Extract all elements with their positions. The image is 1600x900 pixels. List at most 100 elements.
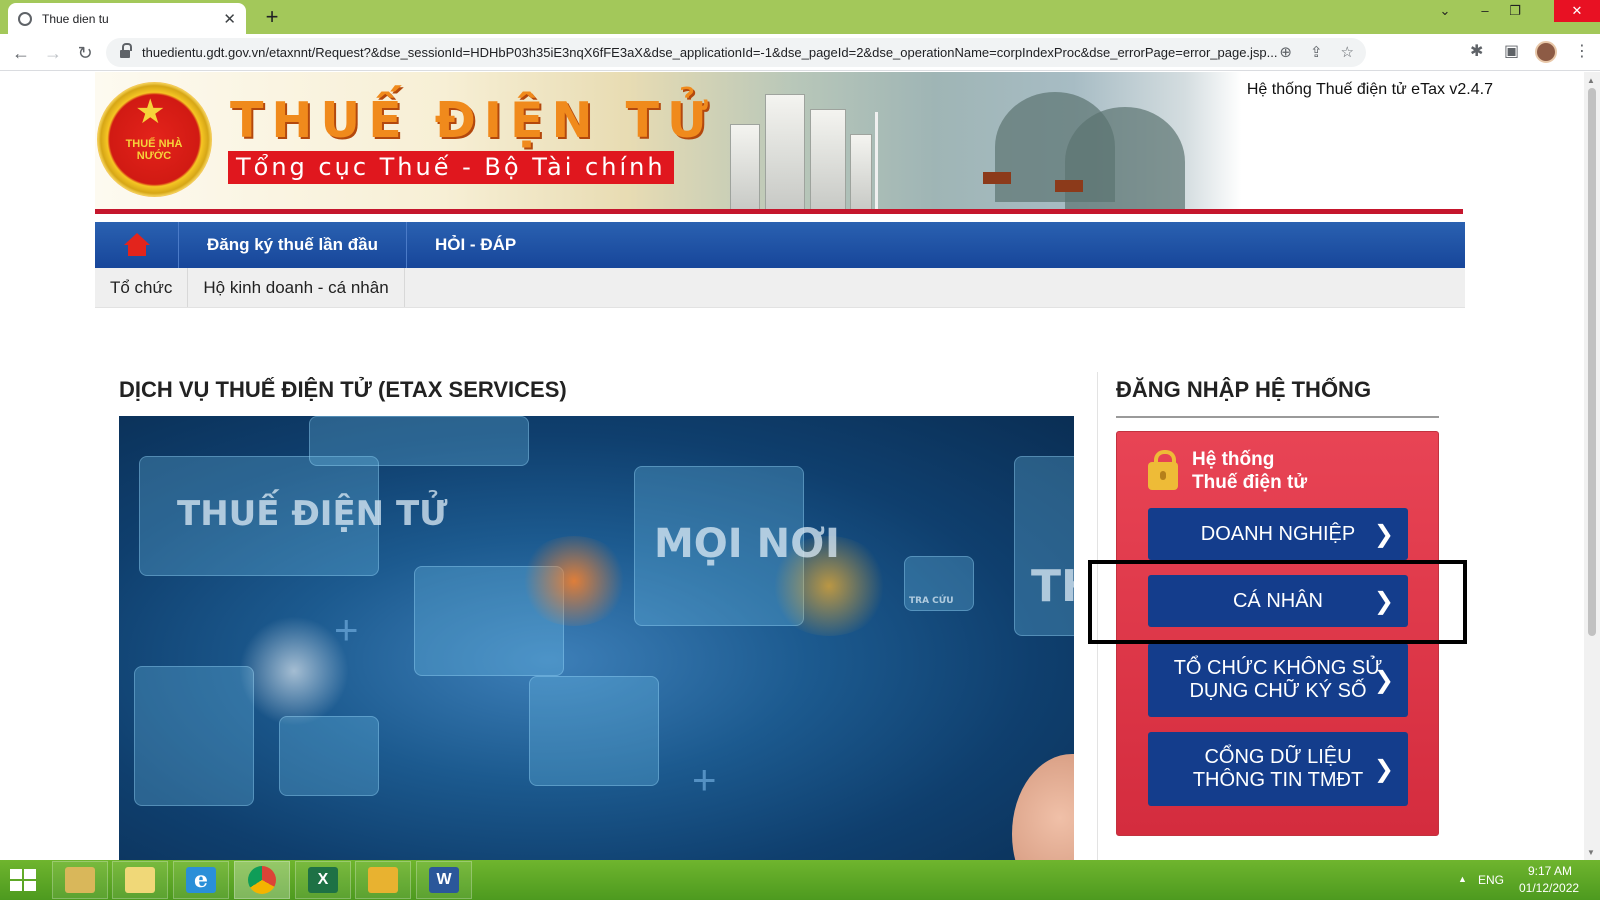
chrome-icon (248, 866, 276, 894)
taskbar-word[interactable]: W (416, 861, 472, 899)
hero-tile (529, 676, 659, 786)
annotation-highlight-box (1088, 560, 1467, 644)
share-icon[interactable]: ⇪ (1310, 43, 1323, 61)
hero-text-everywhere: MỌI NƠI (654, 521, 840, 567)
hero-text-lookup: TRA CỨU (909, 596, 954, 606)
browser-menu-icon[interactable]: ⋮ (1574, 41, 1590, 61)
subnav-organization[interactable]: Tổ chức (95, 268, 189, 307)
side-panel-icon[interactable]: ▣ (1504, 41, 1519, 61)
hero-glow (519, 536, 629, 626)
login-org-no-signature-button[interactable]: TỔ CHỨC KHÔNG SỬ DỤNG CHỮ KÝ SỐ ❯ (1148, 643, 1408, 717)
windows-logo-icon (10, 869, 22, 879)
zoom-icon[interactable]: ⊕ (1279, 43, 1292, 61)
taskbar-internet-explorer[interactable]: e (173, 861, 229, 899)
start-button[interactable] (10, 869, 38, 893)
nav-first-registration[interactable]: Đăng ký thuế lần đầu (179, 222, 407, 268)
restore-button[interactable]: ❐ (1500, 0, 1530, 22)
browser-tab[interactable]: Thue dien tu ✕ (8, 3, 246, 34)
chevron-right-icon: ❯ (1373, 755, 1394, 783)
language-indicator[interactable]: ENG (1478, 873, 1504, 887)
extensions-icon[interactable]: ✱ (1470, 41, 1483, 61)
tab-close-icon[interactable]: ✕ (223, 10, 236, 28)
tab-search-icon[interactable]: ⌄ (1432, 0, 1458, 22)
system-label-line1: Hệ thống (1192, 449, 1275, 470)
plus-icon: + (334, 606, 359, 653)
close-window-button[interactable]: ✕ (1554, 0, 1600, 22)
hand-image (1012, 754, 1074, 860)
tray-expand-icon[interactable]: ▲ (1458, 874, 1467, 884)
windows-logo-icon (24, 869, 36, 879)
bookmark-star-icon[interactable]: ☆ (1341, 43, 1354, 61)
url-text: thuedientu.gdt.gov.vn/etaxnnt/Request?&d… (142, 45, 1278, 60)
browser-toolbar: ← → ↻ thuedientu.gdt.gov.vn/etaxnnt/Requ… (0, 34, 1600, 71)
clock-time[interactable]: 9:17 AM (1528, 864, 1572, 878)
taskbar-folder-arrow[interactable] (355, 861, 411, 899)
login-title: ĐĂNG NHẬP HỆ THỐNG (1116, 377, 1372, 402)
hero-tile (309, 416, 529, 466)
login-title-underline (1116, 416, 1439, 418)
forward-button[interactable]: → (41, 41, 65, 65)
login-ecommerce-portal-button[interactable]: CỔNG DỮ LIỆU THÔNG TIN TMĐT ❯ (1148, 732, 1408, 806)
lock-icon (120, 42, 132, 59)
building-image (810, 109, 846, 214)
login-business-label: DOANH NGHIỆP (1200, 522, 1356, 545)
plus-icon: + (692, 756, 717, 803)
new-tab-button[interactable]: + (258, 3, 286, 31)
reload-button[interactable]: ↻ (73, 41, 97, 65)
boat-image (983, 172, 1011, 184)
address-bar[interactable]: thuedientu.gdt.gov.vn/etaxnnt/Request?&d… (106, 38, 1366, 67)
folder-arrow-icon (368, 867, 398, 893)
system-label-line2: Thuế điện tử (1192, 472, 1308, 493)
login-ecommerce-portal-label: CỔNG DỮ LIỆU THÔNG TIN TMĐT (1192, 746, 1364, 791)
banner-divider (95, 209, 1463, 214)
scroll-down-arrow-icon[interactable]: ▼ (1587, 848, 1595, 857)
emblem-text: THUẾ NHÀ NƯỚC (125, 138, 183, 162)
windows-logo-icon (24, 881, 36, 891)
subnav-household-individual[interactable]: Hộ kinh doanh - cá nhân (188, 268, 405, 307)
excel-icon: X (308, 867, 338, 893)
tab-title: Thue dien tu (42, 11, 109, 26)
system-version: Hệ thống Thuế điện tử eTax v2.4.7 (1246, 81, 1493, 98)
chevron-right-icon: ❯ (1373, 520, 1394, 548)
services-title: DỊCH VỤ THUẾ ĐIỆN TỬ (ETAX SERVICES) (119, 377, 567, 402)
system-label: Hệ thống Thuế điện tử (1192, 448, 1307, 494)
word-icon: W (429, 867, 459, 893)
windows-taskbar: e X W ▲ ENG 9:17 AM 01/12/2022 (0, 860, 1600, 900)
services-hero-image: THUẾ ĐIỆN TỬ MỌI NƠI TRA CỨU TH + + (119, 416, 1074, 860)
building-image (730, 124, 760, 214)
brand-subtitle: Tổng cục Thuế - Bộ Tài chính (228, 151, 674, 184)
hero-text-partial: TH (1031, 561, 1074, 612)
minimize-button[interactable]: – (1470, 0, 1500, 22)
page-scrollbar[interactable]: ▲ ▼ (1584, 72, 1600, 860)
clock-date[interactable]: 01/12/2022 (1519, 881, 1579, 895)
mountain-image (1065, 107, 1185, 214)
building-image (850, 134, 872, 214)
building-image (765, 94, 805, 214)
taskbar-excel[interactable]: X (295, 861, 351, 899)
scroll-up-arrow-icon[interactable]: ▲ (1587, 76, 1595, 85)
hero-tile (279, 716, 379, 796)
hero-tile (134, 666, 254, 806)
taskbar-chrome[interactable] (234, 861, 290, 899)
windows-logo-icon (10, 881, 22, 891)
profile-avatar[interactable] (1535, 41, 1557, 63)
national-emblem-logo: ★ THUẾ NHÀ NƯỚC (97, 82, 212, 197)
hero-text-etax: THUẾ ĐIỆN TỬ (177, 494, 448, 534)
sub-navigation: Tổ chức Hộ kinh doanh - cá nhân (95, 268, 1465, 308)
site-banner: ★ THUẾ NHÀ NƯỚC THUẾ ĐIỆN TỬ Tổng cục Th… (95, 72, 1493, 214)
nav-faq[interactable]: HỎI - ĐÁP (407, 222, 544, 268)
taskbar-file-explorer[interactable] (52, 861, 108, 899)
padlock-icon (1148, 450, 1178, 490)
taskbar-folder[interactable] (112, 861, 168, 899)
hero-glow (239, 616, 349, 726)
scrollbar-thumb[interactable] (1588, 88, 1596, 636)
back-button[interactable]: ← (9, 41, 33, 65)
web-page: ★ THUẾ NHÀ NƯỚC THUẾ ĐIỆN TỬ Tổng cục Th… (0, 72, 1584, 860)
brand-title: THUẾ ĐIỆN TỬ (230, 92, 716, 149)
login-business-button[interactable]: DOANH NGHIỆP ❯ (1148, 508, 1408, 560)
home-button[interactable] (95, 222, 179, 268)
star-icon: ★ (135, 93, 166, 131)
globe-icon (18, 11, 32, 26)
main-navigation: Đăng ký thuế lần đầu HỎI - ĐÁP (95, 222, 1465, 268)
boat-image (1055, 180, 1083, 192)
